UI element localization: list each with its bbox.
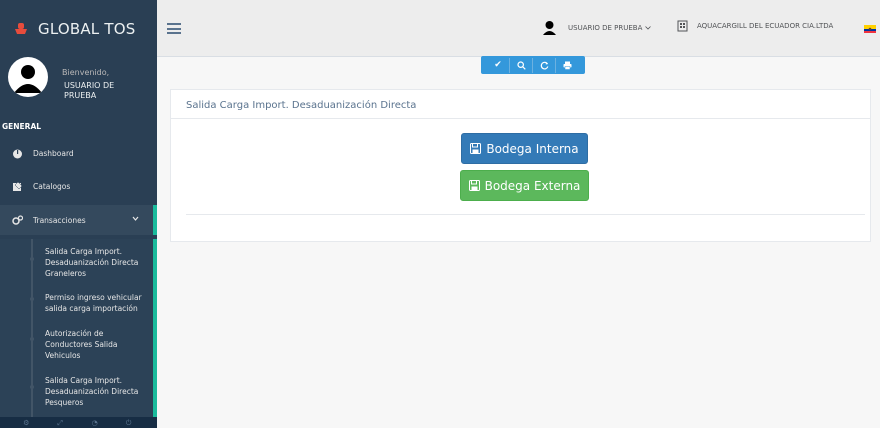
bodega-interna-button[interactable]: Bodega Interna — [461, 133, 588, 164]
bodega-externa-button[interactable]: Bodega Externa — [460, 170, 589, 201]
brand[interactable]: GLOBAL TOS — [0, 0, 157, 57]
button-label: Bodega Externa — [484, 178, 581, 193]
search-icon — [516, 60, 526, 70]
sidebar-item-catalogos[interactable]: Catalogos — [0, 171, 157, 201]
fullscreen-icon[interactable]: ⤢ — [57, 419, 65, 427]
brand-title: GLOBAL TOS — [38, 19, 136, 38]
power-icon[interactable]: ⏻ — [126, 419, 134, 427]
print-icon — [563, 61, 572, 70]
check-icon: ✔ — [494, 60, 502, 70]
flag-icon[interactable] — [864, 25, 876, 33]
check-button[interactable]: ✔ — [488, 57, 510, 73]
button-label: Bodega Interna — [486, 141, 579, 156]
submenu-item-autorizacion[interactable]: Autorización de Conductores Salida Vehic… — [45, 328, 150, 361]
submenu-dot — [30, 297, 34, 301]
refresh-icon — [540, 61, 548, 69]
chevron-down-icon — [645, 25, 652, 30]
user-icon — [543, 21, 556, 35]
top-nav: USUARIO DE PRUEBA AQUACARGILL DEL ECUADO… — [157, 0, 880, 57]
profile: Bienvenido, USUARIO DE PRUEBA — [0, 57, 157, 113]
submenu-item-graneleros[interactable]: Salida Carga Import. Desaduanización Dir… — [45, 246, 150, 279]
section-title: GENERAL — [2, 122, 42, 131]
lock-icon[interactable]: ◔ — [92, 419, 100, 427]
company-name: AQUACARGILL DEL ECUADOR CIA.LTDA — [697, 22, 834, 30]
submenu-line — [31, 239, 33, 417]
user-avatar-icon — [14, 65, 42, 93]
avatar — [8, 57, 48, 97]
welcome-text: Bienvenido, — [62, 68, 110, 77]
profile-username: USUARIO DE PRUEBA — [64, 81, 115, 100]
edit-icon — [13, 181, 23, 191]
user-name: USUARIO DE PRUEBA — [568, 23, 643, 32]
search-button[interactable] — [511, 57, 533, 73]
gears-icon — [12, 214, 23, 225]
main-panel: Salida Carga Import. Desaduanización Dir… — [170, 89, 871, 242]
building-icon — [677, 20, 688, 32]
sidebar-footer: ⚙ ⤢ ◔ ⏻ — [0, 417, 157, 428]
sidebar-item-label: Catalogos — [33, 181, 71, 191]
company-menu[interactable]: AQUACARGILL DEL ECUADOR CIA.LTDA — [677, 20, 833, 32]
settings-icon[interactable]: ⚙ — [23, 419, 31, 427]
ship-icon — [15, 22, 27, 34]
action-toolbar: ✔ — [481, 56, 585, 74]
print-button[interactable] — [557, 58, 579, 73]
dashboard-icon — [13, 149, 22, 158]
save-icon — [468, 180, 480, 191]
submenu-dot — [30, 337, 34, 341]
submenu: Salida Carga Import. Desaduanización Dir… — [0, 239, 157, 417]
submenu-item-permiso[interactable]: Permiso ingreso vehicular salida carga i… — [45, 292, 150, 314]
divider — [186, 214, 865, 215]
panel-title: Salida Carga Import. Desaduanización Dir… — [171, 90, 870, 119]
refresh-button[interactable] — [534, 57, 556, 73]
save-icon — [470, 143, 482, 154]
submenu-dot — [30, 257, 34, 261]
menu-toggle-icon[interactable] — [167, 23, 181, 34]
sidebar-item-label: Dashboard — [33, 148, 74, 158]
chevron-down-icon — [132, 216, 139, 221]
user-menu[interactable]: USUARIO DE PRUEBA — [542, 20, 652, 35]
sidebar-item-dashboard[interactable]: Dashboard — [0, 138, 157, 168]
submenu-item-pesqueros[interactable]: Salida Carga Import. Desaduanización Dir… — [45, 375, 150, 408]
submenu-dot — [30, 385, 34, 389]
sidebar-item-label: Transacciones — [33, 215, 86, 225]
sidebar: GLOBAL TOS Bienvenido, USUARIO DE PRUEBA… — [0, 0, 157, 428]
sidebar-item-transacciones[interactable]: Transacciones — [0, 205, 157, 235]
